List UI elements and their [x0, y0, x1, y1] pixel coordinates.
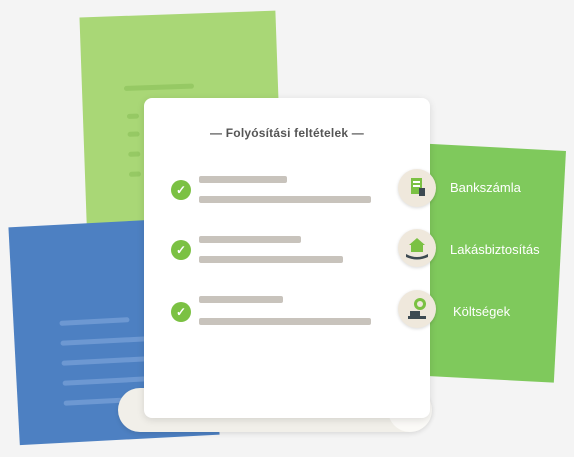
- feature-label-bankszamla: Bankszámla: [450, 180, 521, 195]
- coin-stack-icon: [398, 290, 436, 328]
- document-line: [128, 171, 142, 177]
- check-icon: ✓: [171, 180, 191, 200]
- placeholder-line: [199, 236, 301, 243]
- document-line: [59, 317, 130, 326]
- document-line: [128, 151, 141, 157]
- placeholder-line: [199, 196, 371, 203]
- card-title: — Folyósítási feltételek —: [210, 126, 364, 140]
- bank-statement-icon: [398, 169, 436, 207]
- check-icon: ✓: [171, 240, 191, 260]
- document-line: [123, 83, 195, 91]
- placeholder-line: [199, 318, 371, 325]
- feature-label-koltsegek: Költségek: [453, 304, 511, 319]
- document-line: [127, 131, 140, 137]
- conditions-card: — Folyósítási feltételek — ✓ ✓ ✓: [144, 98, 430, 418]
- document-line: [126, 113, 140, 119]
- house-in-hand-icon: [398, 229, 436, 267]
- placeholder-line: [199, 256, 343, 263]
- check-icon: ✓: [171, 302, 191, 322]
- feature-label-lakasbiztositas: Lakásbiztosítás: [450, 242, 540, 257]
- placeholder-line: [199, 176, 287, 183]
- document-line: [62, 376, 153, 386]
- placeholder-line: [199, 296, 283, 303]
